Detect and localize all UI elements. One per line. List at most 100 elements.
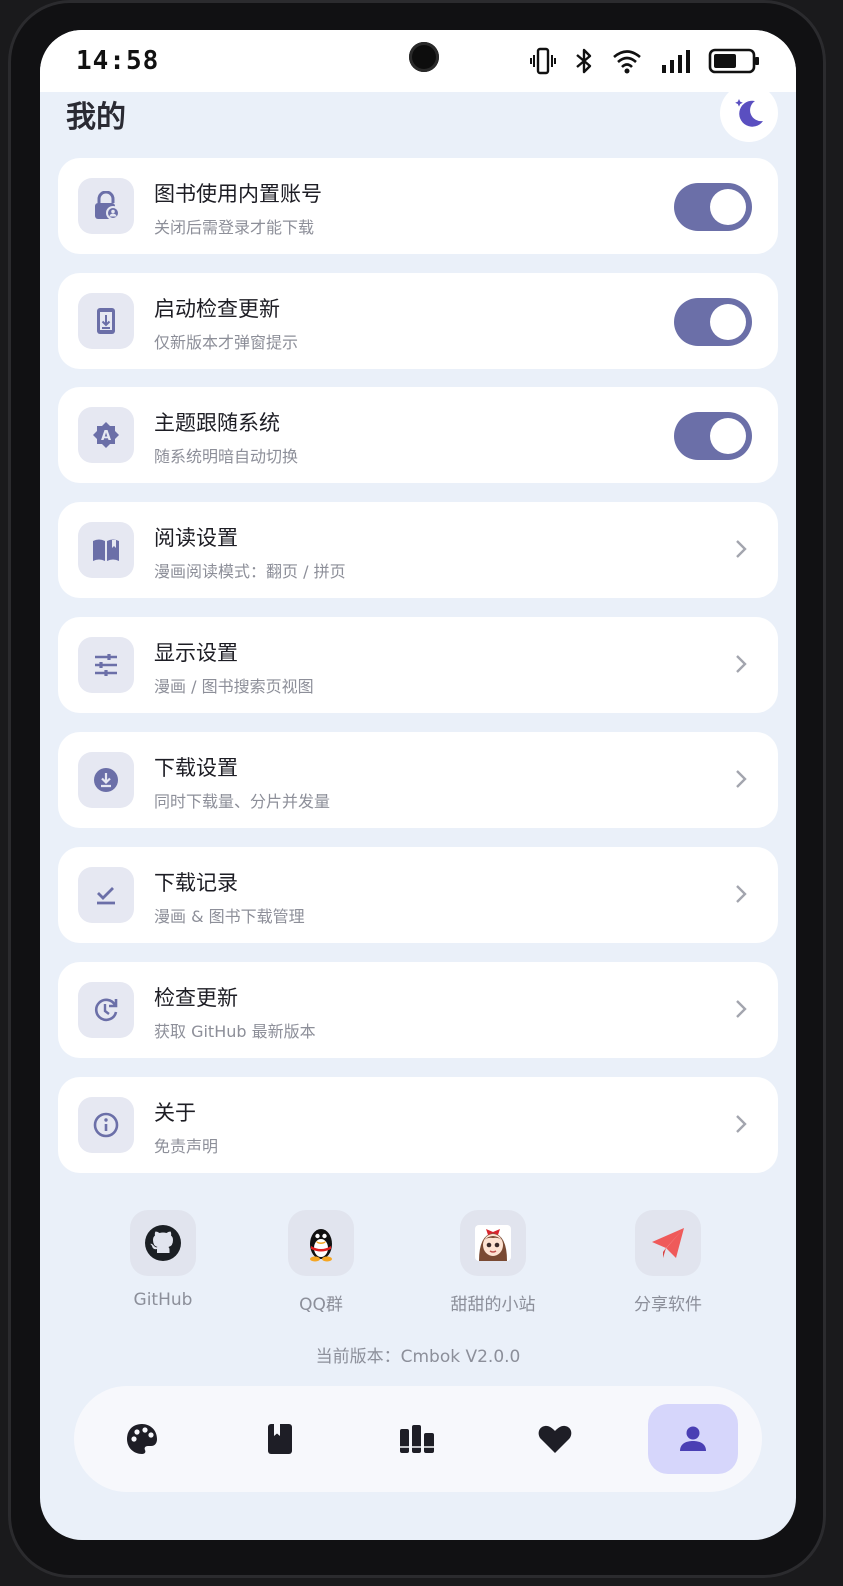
setting-title: 图书使用内置账号: [154, 182, 322, 206]
chevron-right-icon: [736, 1115, 747, 1133]
nav-tab-profile[interactable]: [648, 1404, 738, 1474]
setting-subtitle: 漫画阅读模式：翻页 / 拼页: [154, 562, 346, 581]
status-time: 14:58: [76, 46, 160, 76]
theme-toggle-button[interactable]: [720, 84, 778, 142]
auto-theme-icon: A: [93, 422, 119, 448]
setting-subtitle: 关闭后需登录才能下载: [154, 218, 315, 237]
card-icon-box: [78, 867, 134, 923]
book-icon: [268, 1424, 292, 1454]
card-icon-box: [78, 637, 134, 693]
page-header: 我的: [40, 84, 796, 154]
card-icon-box: [78, 982, 134, 1038]
heart-icon: [538, 1425, 572, 1453]
tune-icon: [95, 654, 117, 676]
setting-card-startup-update[interactable]: 启动检查更新 仅新版本才弹窗提示: [58, 273, 778, 369]
setting-title: 显示设置: [154, 641, 238, 665]
follow-system-theme-toggle[interactable]: [674, 412, 752, 460]
app-screen: 14:58 我的 图书使用内置账号 关闭后需登录才能下载 启动检查更新 仅新版本…: [40, 30, 796, 1540]
download-circle-icon: [94, 768, 118, 792]
setting-subtitle: 漫画 / 图书搜索页视图: [154, 677, 314, 696]
link-share-app[interactable]: 分享软件: [608, 1210, 728, 1315]
svg-text:A: A: [101, 429, 111, 444]
toggle-knob: [710, 418, 746, 454]
nav-tab-favorites[interactable]: [510, 1404, 600, 1474]
wifi-icon: [613, 50, 641, 74]
link-personal-site[interactable]: 甜甜的小站: [433, 1210, 553, 1315]
setting-subtitle: 获取 GitHub 最新版本: [154, 1022, 316, 1041]
download-done-icon: [97, 887, 115, 905]
setting-title: 启动检查更新: [154, 297, 280, 321]
update-icon: [95, 998, 118, 1022]
palette-icon: [127, 1424, 157, 1454]
setting-title: 主题跟随系统: [154, 411, 280, 435]
app-version: 当前版本：Cmbok V2.0.0: [315, 1347, 521, 1367]
setting-title: 下载记录: [154, 871, 238, 895]
chevron-right-icon: [736, 1000, 747, 1018]
setting-subtitle: 同时下载量、分片并发量: [154, 792, 331, 811]
setting-card-reading[interactable]: 阅读设置 漫画阅读模式：翻页 / 拼页: [58, 502, 778, 598]
setting-subtitle: 随系统明暗自动切换: [154, 447, 299, 466]
card-icon-box: [78, 752, 134, 808]
toggle-knob: [710, 304, 746, 340]
link-icon-box: [635, 1210, 701, 1276]
info-icon: [93, 1112, 119, 1138]
link-icon-box: [460, 1210, 526, 1276]
github-icon: [145, 1225, 181, 1261]
battery-icon: [708, 48, 759, 74]
person-icon: [680, 1426, 706, 1451]
vibrate-icon: [530, 47, 556, 75]
signal-icon: [662, 50, 690, 73]
setting-card-builtin-account[interactable]: 图书使用内置账号 关闭后需登录才能下载: [58, 158, 778, 254]
link-label: 分享软件: [634, 1295, 702, 1315]
setting-title: 关于: [154, 1101, 196, 1125]
phone-download-icon: [97, 308, 115, 334]
setting-subtitle: 仅新版本才弹窗提示: [154, 333, 299, 352]
startup-update-toggle[interactable]: [674, 298, 752, 346]
chevron-right-icon: [736, 540, 747, 558]
setting-title: 阅读设置: [154, 526, 238, 550]
page-title: 我的: [66, 100, 126, 135]
link-icon-box: [130, 1210, 196, 1276]
front-camera: [409, 42, 439, 72]
setting-card-download[interactable]: 下载设置 同时下载量、分片并发量: [58, 732, 778, 828]
link-label: GitHub: [133, 1290, 193, 1310]
paper-plane-icon: [652, 1228, 684, 1258]
link-label: 甜甜的小站: [450, 1295, 536, 1315]
nav-tab-palette[interactable]: [97, 1404, 187, 1474]
chevron-right-icon: [736, 770, 747, 788]
bluetooth-icon: [576, 48, 592, 74]
setting-card-follow-system-theme[interactable]: A 主题跟随系统 随系统明暗自动切换: [58, 387, 778, 483]
nav-tab-library[interactable]: [372, 1404, 462, 1474]
builtin-account-toggle[interactable]: [674, 183, 752, 231]
library-icon: [400, 1425, 434, 1453]
link-github[interactable]: GitHub: [103, 1210, 223, 1310]
link-qq-group[interactable]: QQ群: [261, 1210, 381, 1315]
toggle-knob: [710, 189, 746, 225]
setting-title: 检查更新: [154, 986, 238, 1010]
setting-card-display[interactable]: 显示设置 漫画 / 图书搜索页视图: [58, 617, 778, 713]
setting-title: 下载设置: [154, 756, 238, 780]
link-label: QQ群: [299, 1295, 343, 1315]
link-icon-box: [288, 1210, 354, 1276]
chevron-right-icon: [736, 655, 747, 673]
nav-tab-book[interactable]: [235, 1404, 325, 1474]
setting-subtitle: 免责声明: [154, 1137, 219, 1156]
card-icon-box: [78, 1097, 134, 1153]
setting-subtitle: 漫画 & 图书下载管理: [154, 907, 305, 926]
card-icon-box: A: [78, 407, 134, 463]
status-bar: 14:58: [40, 30, 796, 92]
book-open-icon: [93, 539, 119, 561]
setting-card-check-update[interactable]: 检查更新 获取 GitHub 最新版本: [58, 962, 778, 1058]
lock-person-icon: [95, 191, 120, 220]
card-icon-box: [78, 293, 134, 349]
setting-card-about[interactable]: 关于 免责声明: [58, 1077, 778, 1173]
qq-penguin-icon: [310, 1229, 332, 1262]
chevron-right-icon: [736, 885, 747, 903]
card-icon-box: [78, 522, 134, 578]
external-links: GitHub QQ群 甜甜的小站 分享软件: [40, 1210, 796, 1320]
status-icons: [530, 44, 760, 78]
moon-stars-icon: [735, 99, 763, 127]
bottom-navigation: [74, 1386, 762, 1492]
avatar-girl-icon: [475, 1225, 511, 1261]
setting-card-download-history[interactable]: 下载记录 漫画 & 图书下载管理: [58, 847, 778, 943]
